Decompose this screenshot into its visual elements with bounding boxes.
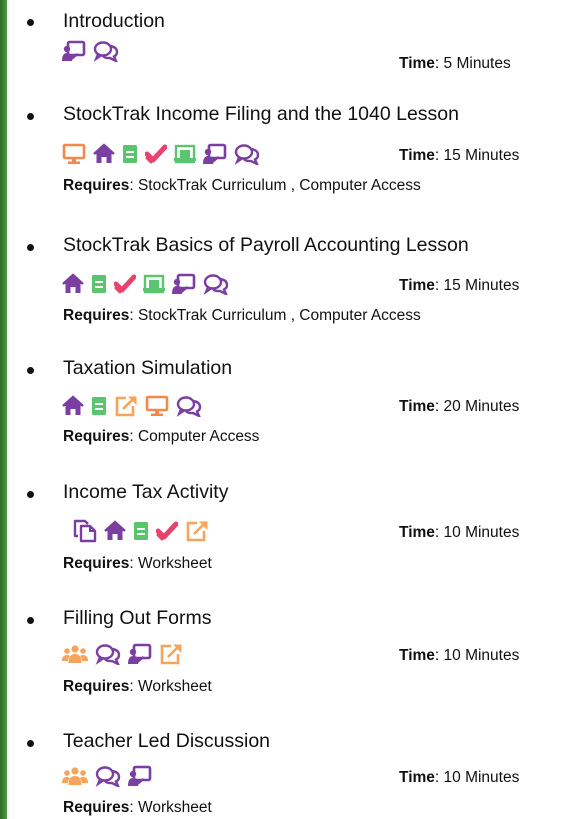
item-time: Time: 5 Minutes: [399, 55, 511, 72]
group-icon: [62, 765, 88, 787]
computer-icon: [62, 143, 86, 165]
external-link-icon: [159, 643, 183, 665]
presentation-icon: [128, 643, 152, 665]
presentation-icon: [203, 143, 227, 165]
item-requires: Requires: Worksheet: [63, 555, 212, 572]
activity-icons: [62, 272, 229, 297]
item-title: Taxation Simulation: [63, 357, 233, 379]
group-icon: [62, 643, 88, 665]
checkmark-icon: [155, 520, 179, 542]
item-requires: Requires: Worksheet: [63, 799, 212, 816]
bullet: [27, 740, 34, 747]
item-requires: Requires: StockTrak Curriculum , Compute…: [63, 177, 421, 194]
activity-icons: [62, 764, 152, 789]
bullet: [27, 244, 34, 251]
item-requires: Requires: StockTrak Curriculum , Compute…: [63, 307, 421, 324]
discussion-icon: [234, 143, 260, 167]
left-accent-bar: [0, 0, 7, 819]
item-time: Time: 10 Minutes: [399, 524, 520, 541]
home-icon: [62, 395, 84, 417]
bullet: [27, 113, 34, 120]
activity-icons: [62, 394, 202, 419]
item-time: Time: 20 Minutes: [399, 398, 520, 415]
checkmark-icon: [144, 143, 168, 165]
item-requires: Requires: Computer Access: [63, 428, 260, 445]
notes-icon: [133, 520, 149, 542]
item-title: Teacher Led Discussion: [63, 730, 271, 752]
item-title: StockTrak Income Filing and the 1040 Les…: [63, 103, 459, 125]
bullet: [27, 19, 34, 26]
home-icon: [104, 520, 126, 542]
item-time: Time: 15 Minutes: [399, 277, 520, 294]
activity-icons: [62, 39, 119, 64]
item-title: StockTrak Basics of Payroll Accounting L…: [63, 234, 469, 256]
notes-icon: [91, 273, 107, 295]
presentation-icon: [172, 273, 196, 295]
checkmark-icon: [113, 273, 137, 295]
bullet: [27, 617, 34, 624]
copy-icon: [73, 519, 97, 543]
external-link-icon: [114, 395, 138, 417]
item-requires: Requires: Worksheet: [63, 678, 212, 695]
item-time: Time: 15 Minutes: [399, 147, 520, 164]
computer-icon: [145, 395, 169, 417]
discussion-icon: [95, 643, 121, 667]
home-icon: [93, 143, 115, 165]
notes-icon: [91, 395, 107, 417]
item-time: Time: 10 Minutes: [399, 769, 520, 786]
item-time: Time: 10 Minutes: [399, 647, 520, 664]
activity-icons: [62, 642, 183, 667]
worksheet-icon: [174, 143, 196, 165]
notes-icon: [122, 143, 138, 165]
home-icon: [62, 273, 84, 295]
item-title: Filling Out Forms: [63, 607, 212, 629]
worksheet-icon: [143, 273, 165, 295]
discussion-icon: [176, 395, 202, 419]
discussion-icon: [95, 765, 121, 789]
bullet: [27, 367, 34, 374]
activity-icons: [73, 519, 209, 543]
discussion-icon: [93, 40, 119, 64]
item-title: Introduction: [63, 10, 165, 32]
external-link-icon: [185, 520, 209, 542]
bullet: [27, 491, 34, 498]
presentation-icon: [128, 765, 152, 787]
activity-icons: [62, 142, 260, 167]
presentation-icon: [62, 40, 86, 62]
item-title: Income Tax Activity: [63, 481, 229, 503]
discussion-icon: [203, 273, 229, 297]
